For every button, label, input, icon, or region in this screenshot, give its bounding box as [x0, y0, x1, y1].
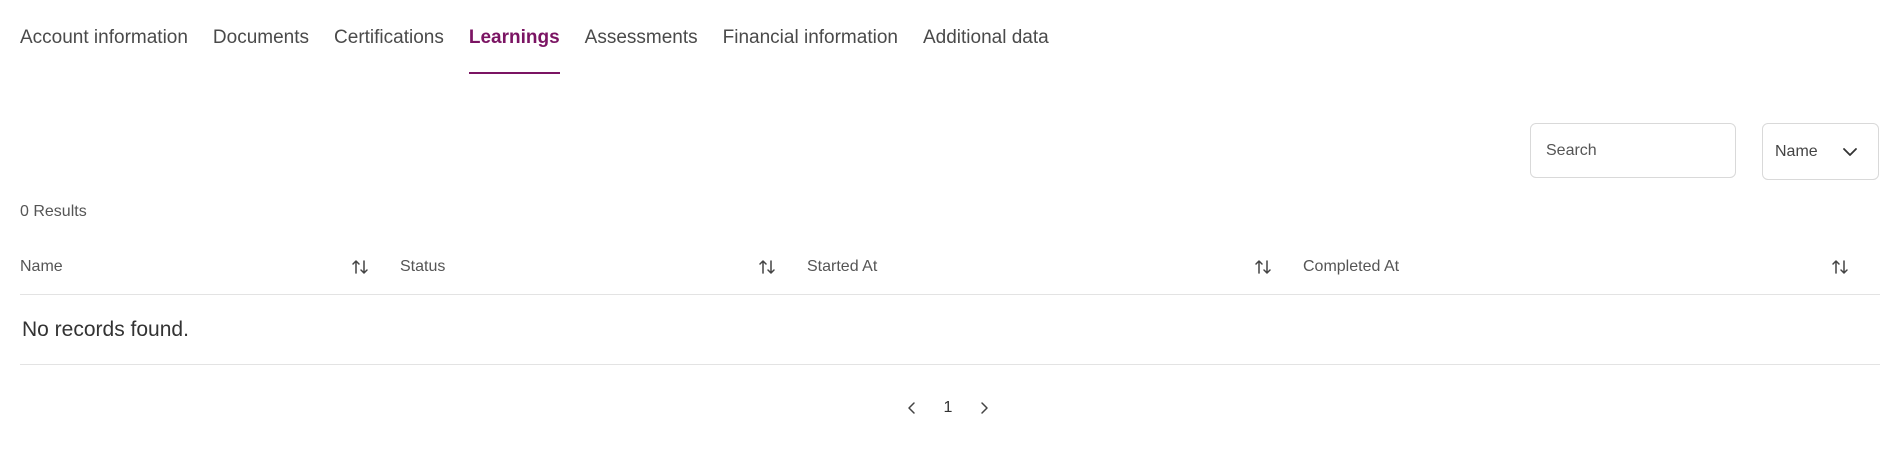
chevron-right-icon[interactable] — [972, 396, 996, 420]
page-number[interactable]: 1 — [924, 399, 972, 417]
empty-table-message: No records found. — [20, 296, 1880, 365]
tab-financial-information[interactable]: Financial information — [723, 0, 898, 74]
chevron-down-icon — [1840, 142, 1860, 162]
column-header-started-at[interactable]: Started At — [777, 240, 1273, 294]
chevron-left-icon[interactable] — [900, 396, 924, 420]
table-header: Name Status Started At Completed At — [20, 240, 1880, 295]
column-header-completed-at[interactable]: Completed At — [1273, 240, 1880, 294]
tab-certifications[interactable]: Certifications — [334, 0, 444, 74]
column-header-label: Status — [400, 258, 446, 275]
search-input[interactable] — [1546, 141, 1735, 160]
tab-bar: Account information Documents Certificat… — [20, 0, 1074, 74]
sort-icon[interactable] — [350, 257, 370, 277]
column-header-label: Completed At — [1303, 258, 1400, 275]
tab-documents[interactable]: Documents — [213, 0, 309, 74]
sort-icon[interactable] — [757, 257, 777, 277]
column-header-label: Started At — [807, 258, 878, 275]
tab-account-information[interactable]: Account information — [20, 0, 188, 74]
pagination: 1 — [900, 396, 996, 420]
tab-additional-data[interactable]: Additional data — [923, 0, 1049, 74]
sort-icon[interactable] — [1830, 257, 1850, 277]
column-header-status[interactable]: Status — [370, 240, 777, 294]
tab-assessments[interactable]: Assessments — [585, 0, 698, 74]
tab-learnings[interactable]: Learnings — [468, 0, 560, 74]
sort-by-selected-value: Name — [1775, 142, 1818, 160]
results-count: 0 Results — [20, 203, 87, 220]
column-header-name[interactable]: Name — [20, 240, 370, 294]
sort-icon[interactable] — [1253, 257, 1273, 277]
learnings-page: Account information Documents Certificat… — [0, 0, 1886, 454]
search-field[interactable] — [1530, 123, 1736, 178]
sort-by-select[interactable]: Name — [1762, 123, 1879, 180]
column-header-label: Name — [20, 258, 63, 275]
